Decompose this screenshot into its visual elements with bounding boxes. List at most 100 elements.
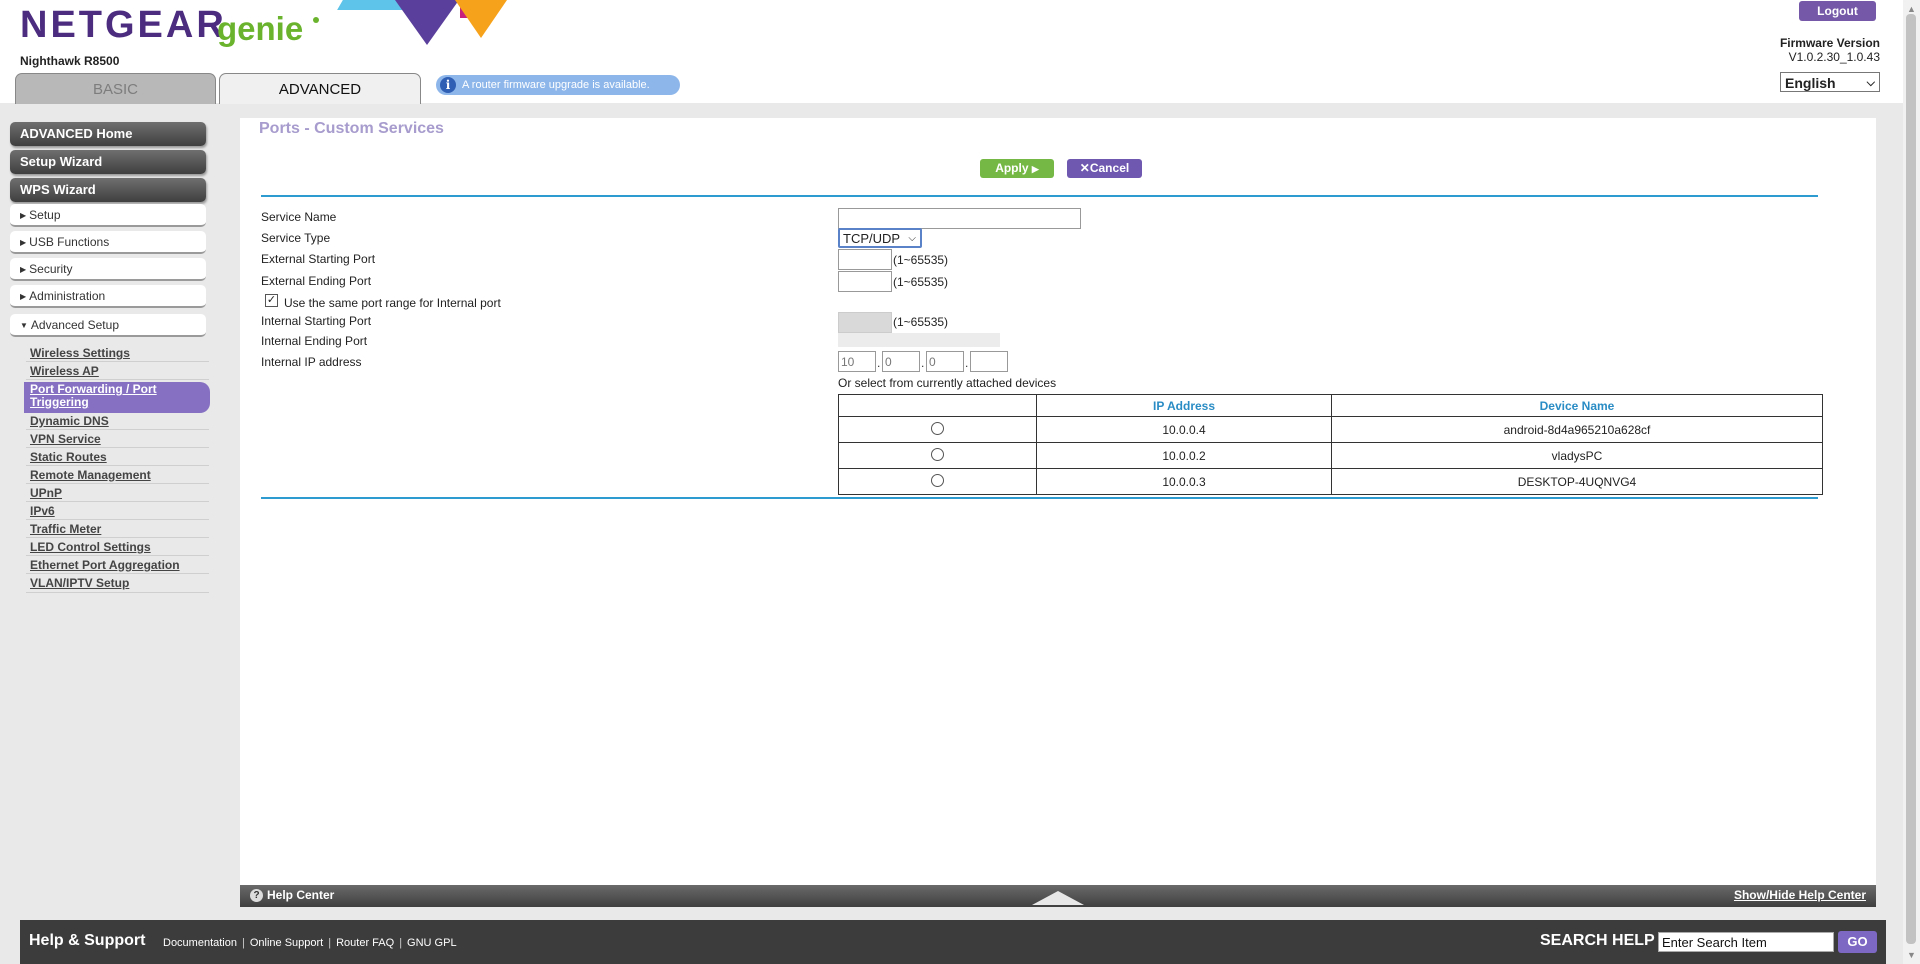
table-row[interactable]: 10.0.0.2 vladysPC xyxy=(838,442,1823,469)
firmware-upgrade-notice[interactable]: i A router firmware upgrade is available… xyxy=(436,75,680,95)
sidebar-item-traffic-meter[interactable]: Traffic Meter xyxy=(30,522,210,536)
divider xyxy=(26,361,209,362)
table-cell-ip: 10.0.0.3 xyxy=(1036,468,1332,495)
firmware-label: Firmware Version xyxy=(1779,36,1880,50)
divider xyxy=(26,429,209,430)
brand-logo: NETGEAR xyxy=(20,4,227,46)
device-radio[interactable] xyxy=(931,421,944,435)
router-faq-link[interactable]: Router FAQ xyxy=(331,937,399,949)
sidebar-item-ipv6[interactable]: IPv6 xyxy=(30,504,210,518)
documentation-link[interactable]: Documentation xyxy=(158,937,242,949)
ip-octet-2-input[interactable]: 0 xyxy=(882,351,920,372)
tab-advanced[interactable]: ADVANCED xyxy=(219,73,421,104)
vertical-scrollbar[interactable]: ▲ ▼ xyxy=(1903,0,1920,964)
service-type-value: TCP/UDP xyxy=(843,231,901,246)
sidebar-advanced-home[interactable]: ADVANCED Home xyxy=(10,122,206,146)
search-help-input[interactable]: Enter Search Item xyxy=(1658,932,1834,952)
cancel-button[interactable]: ✕Cancel xyxy=(1067,159,1142,178)
logo-decoration xyxy=(455,0,507,38)
internal-start-port-input[interactable] xyxy=(838,312,892,333)
sidebar-item-upnp[interactable]: UPnP xyxy=(30,486,210,500)
scrollbar-thumb[interactable] xyxy=(1906,14,1916,944)
sidebar-item-ethernet-aggregation[interactable]: Ethernet Port Aggregation xyxy=(30,558,210,572)
external-start-port-input[interactable] xyxy=(838,249,892,270)
ip-octet-4-input[interactable] xyxy=(970,351,1008,372)
firmware-version: V1.0.2.30_1.0.43 xyxy=(1788,50,1880,64)
ip-separator: . xyxy=(921,356,925,370)
main-content-panel xyxy=(240,118,1876,885)
logo-decoration xyxy=(395,0,459,45)
caret-down-icon: ▼ xyxy=(20,321,28,330)
table-header-row: IP Address Device Name xyxy=(838,394,1823,417)
sidebar-setup-wizard[interactable]: Setup Wizard xyxy=(10,150,206,174)
attached-devices-table: IP Address Device Name 10.0.0.4 android-… xyxy=(838,394,1823,495)
language-select[interactable]: English ⌵ xyxy=(1780,72,1880,92)
ip-octet-1-input[interactable]: 10 xyxy=(838,351,876,372)
sidebar-section-label: Security xyxy=(29,262,73,276)
sidebar-item-led-control[interactable]: LED Control Settings xyxy=(30,540,210,554)
sidebar-section-security[interactable]: ▶ Security xyxy=(10,258,206,281)
sidebar-section-usb[interactable]: ▶ USB Functions xyxy=(10,231,206,254)
show-hide-help-link[interactable]: Show/Hide Help Center xyxy=(1734,888,1866,902)
info-icon: i xyxy=(440,77,456,93)
sidebar-section-administration[interactable]: ▶ Administration xyxy=(10,285,206,308)
divider xyxy=(26,573,209,574)
table-cell-select xyxy=(838,442,1037,469)
divider xyxy=(26,465,209,466)
sidebar-item-dynamic-dns[interactable]: Dynamic DNS xyxy=(30,414,210,428)
sidebar-section-setup[interactable]: ▶ Setup xyxy=(10,204,206,227)
help-center-bar: ? Help Center Show/Hide Help Center xyxy=(240,885,1876,907)
caret-right-icon: ▶ xyxy=(20,265,27,274)
tab-basic[interactable]: BASIC xyxy=(15,73,216,104)
ip-octet-3-input[interactable]: 0 xyxy=(926,351,964,372)
apply-button[interactable]: Apply ▶ xyxy=(980,159,1054,178)
table-row[interactable]: 10.0.0.3 DESKTOP-4UQNVG4 xyxy=(838,468,1823,495)
port-range-hint: (1~65535) xyxy=(893,253,949,267)
caret-right-icon: ▶ xyxy=(20,238,27,247)
search-go-button[interactable]: GO xyxy=(1838,931,1877,953)
same-range-checkbox[interactable]: ✓ xyxy=(265,294,278,307)
device-radio[interactable] xyxy=(931,473,944,487)
divider xyxy=(26,592,209,593)
brand-genie: genie xyxy=(217,10,304,47)
device-radio[interactable] xyxy=(931,447,944,461)
internal-start-label: Internal Starting Port xyxy=(261,314,372,328)
divider xyxy=(26,447,209,448)
external-end-port-input[interactable] xyxy=(838,271,892,292)
chevron-down-icon: ⌵ xyxy=(908,233,916,244)
gnu-gpl-link[interactable]: GNU GPL xyxy=(402,937,462,949)
sidebar-item-wireless-settings[interactable]: Wireless Settings xyxy=(30,346,210,360)
router-model: Nighthawk R8500 xyxy=(20,54,120,68)
help-center-label[interactable]: Help Center xyxy=(267,888,334,902)
online-support-link[interactable]: Online Support xyxy=(245,937,328,949)
table-header-device: Device Name xyxy=(1331,394,1823,417)
sidebar-wps-wizard[interactable]: WPS Wizard xyxy=(10,178,206,202)
expand-arrow-icon[interactable] xyxy=(1032,891,1084,905)
scroll-down-icon[interactable]: ▼ xyxy=(1907,950,1916,960)
table-cell-ip: 10.0.0.2 xyxy=(1036,442,1332,469)
service-type-select[interactable]: TCP/UDP ⌵ xyxy=(838,228,922,248)
port-range-hint: (1~65535) xyxy=(893,275,949,289)
sidebar-item-vpn-service[interactable]: VPN Service xyxy=(30,432,210,446)
port-range-hint: (1~65535) xyxy=(893,315,949,329)
logout-button[interactable]: Logout xyxy=(1799,1,1876,21)
scroll-up-icon[interactable]: ▲ xyxy=(1907,4,1916,14)
service-type-label: Service Type xyxy=(261,231,331,245)
service-name-input[interactable] xyxy=(838,208,1081,229)
sidebar-item-wireless-ap[interactable]: Wireless AP xyxy=(30,364,210,378)
sidebar-item-static-routes[interactable]: Static Routes xyxy=(30,450,210,464)
sidebar-item-vlan-iptv[interactable]: VLAN/IPTV Setup xyxy=(30,576,210,590)
sidebar-item-remote-management[interactable]: Remote Management xyxy=(30,468,210,482)
search-help-label: SEARCH HELP xyxy=(1540,932,1655,949)
internal-end-port-disabled xyxy=(838,333,1000,347)
service-name-label: Service Name xyxy=(261,210,337,224)
divider xyxy=(26,483,209,484)
divider xyxy=(26,501,209,502)
divider xyxy=(261,195,1818,197)
table-cell-device: vladysPC xyxy=(1331,442,1823,469)
table-row[interactable]: 10.0.0.4 android-8d4a965210a628cf xyxy=(838,416,1823,443)
attached-devices-caption: Or select from currently attached device… xyxy=(838,376,1057,390)
sidebar-section-advanced-setup[interactable]: ▼ Advanced Setup xyxy=(10,314,206,337)
table-cell-ip: 10.0.0.4 xyxy=(1036,416,1332,443)
sidebar-item-port-forwarding[interactable]: Port Forwarding / Port Triggering xyxy=(30,383,205,409)
